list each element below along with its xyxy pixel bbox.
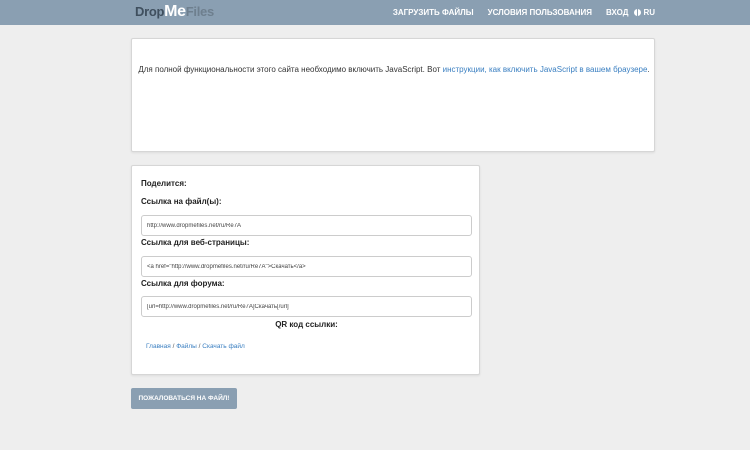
breadcrumb: Главная / Файлы / Скачать файл [146,343,245,350]
breadcrumb-home[interactable]: Главная [146,343,171,350]
file-link-label: Ссылка на файл(ы): [141,197,222,206]
web-page-link-field[interactable] [141,256,472,277]
logo-text-files: Files [185,4,214,19]
top-navbar: Drop Me Files ЗАГРУЗИТЬ ФАЙЛЫ УСЛОВИЯ ПО… [0,0,750,25]
breadcrumb-separator: / [198,343,201,350]
logo-text-drop: Drop [135,4,165,19]
javascript-notice-text: Для полной функциональности этого сайта … [132,65,656,74]
notice-end: . [647,65,650,74]
nav-terms-of-use[interactable]: УСЛОВИЯ ПОЛЬЗОВАНИЯ [488,8,592,17]
file-link-field[interactable] [141,215,472,236]
language-selector[interactable]: RU [634,8,655,17]
forum-link-field[interactable] [141,296,472,317]
main-nav: ЗАГРУЗИТЬ ФАЙЛЫ УСЛОВИЯ ПОЛЬЗОВАНИЯ ВХОД… [393,0,750,25]
notice-text: Для полной функциональности этого сайта … [138,65,443,74]
share-title: Поделится: [141,179,187,188]
share-panel: Поделится: Ссылка на файл(ы): Ссылка для… [131,165,480,375]
breadcrumb-separator: / [172,343,175,350]
breadcrumb-download-file[interactable]: Скачать файл [202,343,245,350]
globe-icon [634,9,642,16]
language-code: RU [643,8,655,17]
javascript-instructions-link[interactable]: инструкции, как включить JavaScript в ва… [443,65,648,74]
breadcrumb-files[interactable]: Файлы [176,343,197,350]
dropmefiles-logo[interactable]: Drop Me Files [135,3,214,21]
nav-upload-files[interactable]: ЗАГРУЗИТЬ ФАЙЛЫ [393,8,474,17]
web-page-link-label: Ссылка для веб-страницы: [141,238,250,247]
javascript-notice-panel: Для полной функциональности этого сайта … [131,38,655,152]
report-file-button[interactable]: ПОЖАЛОВАТЬСЯ НА ФАЙЛ! [131,388,237,409]
forum-link-label: Ссылка для форума: [141,279,225,288]
logo-text-me: Me [164,3,186,20]
qr-code-label: QR код ссылки: [275,320,338,329]
nav-login[interactable]: ВХОД [606,8,628,17]
